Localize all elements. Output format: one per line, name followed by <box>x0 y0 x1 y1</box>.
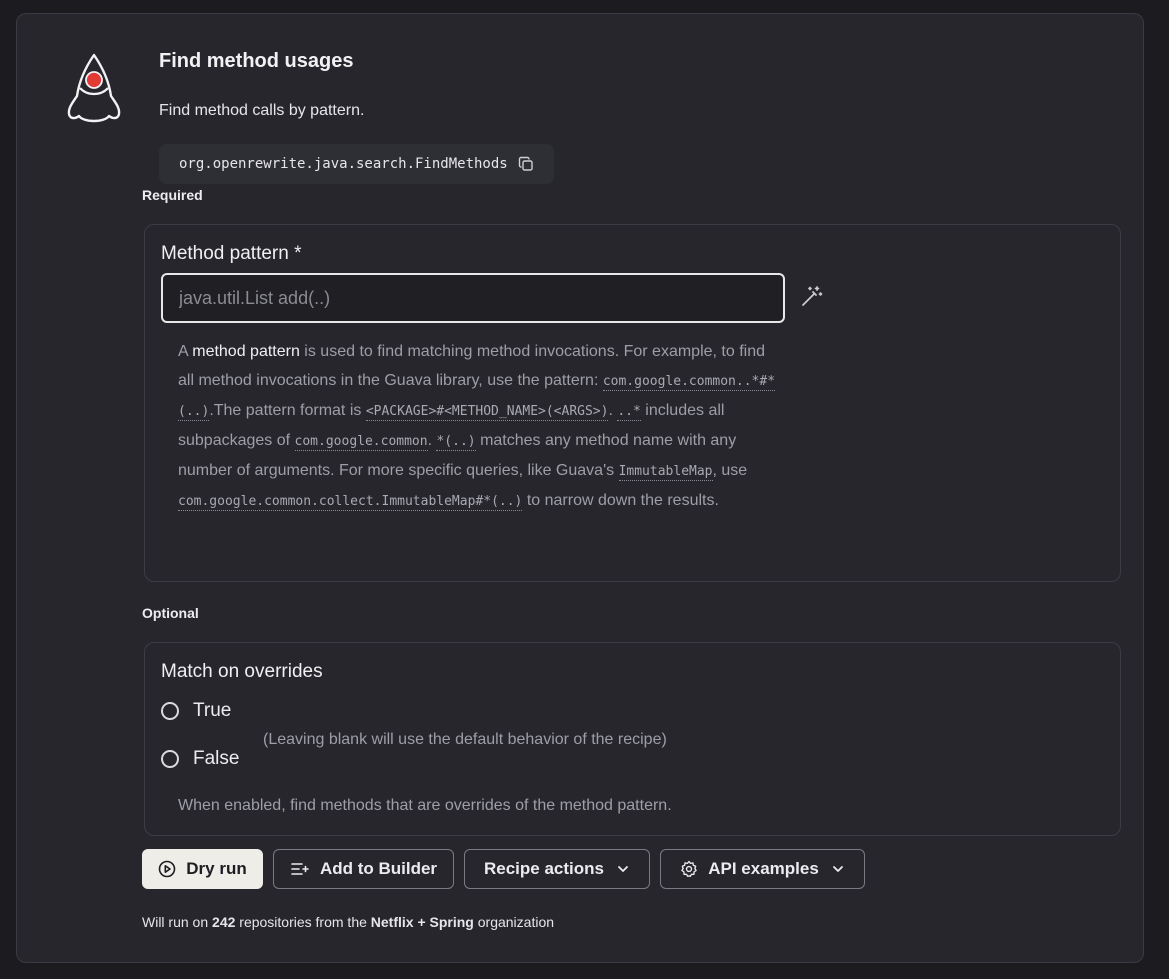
match-overrides-description: When enabled, find methods that are over… <box>178 797 672 814</box>
required-section-label: Required <box>142 187 203 203</box>
radio-false[interactable]: False <box>161 748 239 770</box>
method-pattern-label: Method pattern * <box>161 243 302 264</box>
organization-name: Netflix + Spring <box>370 914 474 930</box>
run-scope-note: Will run on 242 repositories from the Ne… <box>142 914 555 930</box>
radio-false-label: False <box>193 748 240 769</box>
chevron-down-icon <box>616 862 630 876</box>
duke-logo-icon <box>65 52 123 124</box>
repository-count: 242 <box>212 914 236 930</box>
add-to-builder-button[interactable]: Add to Builder <box>273 849 454 889</box>
recipe-id-chip: org.openrewrite.java.search.FindMethods <box>159 144 554 184</box>
add-list-icon <box>290 860 310 878</box>
recipe-title: Find method usages <box>159 50 354 72</box>
recipe-actions-label: Recipe actions <box>484 859 604 878</box>
radio-true[interactable]: True <box>161 700 231 722</box>
chevron-down-icon <box>831 862 845 876</box>
dry-run-button[interactable]: Dry run <box>142 849 263 889</box>
recipe-description: Find method calls by pattern. <box>159 102 365 119</box>
dry-run-label: Dry run <box>186 859 247 878</box>
optional-section-label: Optional <box>142 605 199 621</box>
gear-icon <box>680 860 698 878</box>
api-examples-button[interactable]: API examples <box>660 849 865 889</box>
match-overrides-label: Match on overrides <box>161 661 323 682</box>
match-overrides-panel: Match on overrides True False (Leaving b… <box>144 642 1121 836</box>
magic-wand-icon[interactable] <box>799 283 825 309</box>
copy-icon[interactable] <box>518 156 534 172</box>
method-pattern-input[interactable] <box>161 273 785 323</box>
default-behavior-hint: (Leaving blank will use the default beha… <box>263 731 667 748</box>
play-circle-icon <box>158 860 176 878</box>
api-examples-label: API examples <box>708 859 819 878</box>
method-pattern-panel: Method pattern * A method pattern is use… <box>144 224 1121 582</box>
recipe-actions-button[interactable]: Recipe actions <box>464 849 650 889</box>
radio-true-circle[interactable] <box>161 702 179 720</box>
method-pattern-help: A method pattern is used to find matchin… <box>178 343 776 511</box>
add-to-builder-label: Add to Builder <box>319 859 438 878</box>
radio-true-label: True <box>193 700 232 721</box>
recipe-id: org.openrewrite.java.search.FindMethods <box>179 156 508 172</box>
radio-false-circle[interactable] <box>161 750 179 768</box>
